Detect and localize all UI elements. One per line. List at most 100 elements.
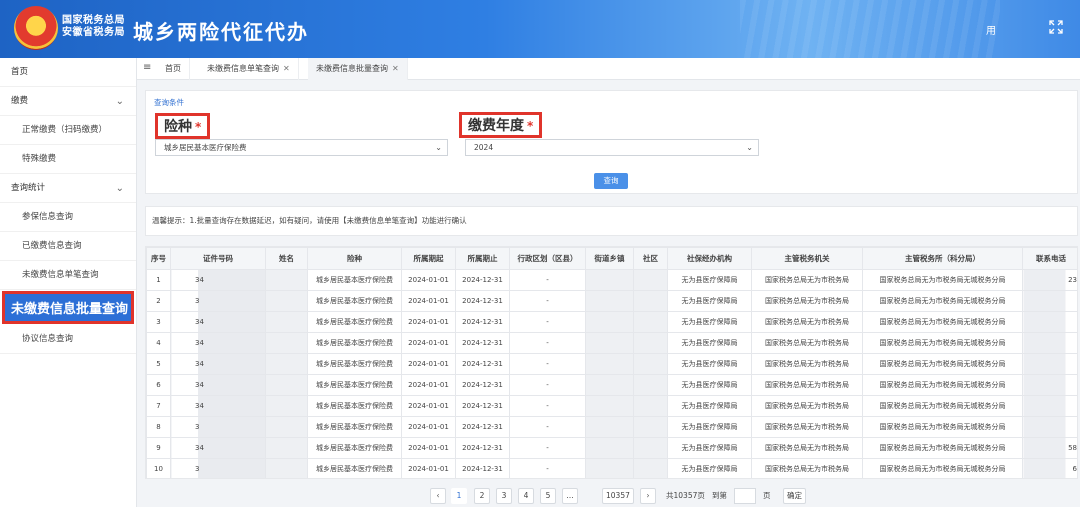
cell-district: - — [509, 458, 586, 478]
cell-name — [265, 416, 308, 438]
tip-message: 温馨提示：1.批量查询存在数据延迟，如有疑问，请使用【未缴费信息单笔查询】功能进… — [145, 206, 1078, 236]
goto-label: 到第 — [712, 491, 727, 500]
page-2[interactable]: 2 — [474, 488, 490, 504]
table-row[interactable]: 6 34 城乡居民基本医疗保险费 2024-01-01 2024-12-31- 无为县医疗… — [146, 374, 1077, 396]
cell-name — [265, 353, 308, 375]
close-icon[interactable]: ✕ — [392, 64, 399, 73]
tab-single-query[interactable]: 未缴费信息单笔查询 ✕ — [199, 58, 299, 80]
goto-page-input[interactable] — [734, 488, 756, 504]
goto-confirm-button[interactable]: 确定 — [783, 488, 806, 504]
cell-street — [585, 458, 634, 478]
expand-icon[interactable] — [1048, 20, 1064, 36]
close-icon[interactable]: ✕ — [283, 64, 290, 73]
sidebar-item-6[interactable]: 已缴费信息查询 — [0, 232, 136, 261]
cell-tax_org: 国家税务总局无为市税务局 — [751, 290, 863, 312]
sidebar-item-label: 特殊缴费 — [22, 154, 57, 164]
column-header: 街道乡镇 — [585, 247, 634, 270]
sidebar-item-0[interactable]: 首页 — [0, 58, 136, 87]
cell-street — [585, 437, 634, 459]
cell-tax_org: 国家税务总局无为市税务局 — [751, 311, 863, 333]
chevron-down-icon: ⌄ — [746, 143, 753, 152]
query-panel: 查询条件 险种 * 城乡居民基本医疗保险费 ⌄ 缴费年度 * 2024 ⌄ 查询 — [145, 90, 1078, 194]
cell-start: 2024-01-01 — [401, 332, 456, 354]
more-pages[interactable]: … — [562, 488, 578, 504]
page-3[interactable]: 3 — [496, 488, 512, 504]
cell-tax_office: 国家税务总局无为市税务局无城税务分局 — [862, 269, 1023, 291]
column-header: 证件号码 — [170, 247, 266, 270]
cell-no: 7 — [146, 395, 171, 417]
cell-name — [265, 458, 308, 478]
table-row[interactable]: 9 34 城乡居民基本医疗保险费 2024-01-01 2024-12-31- 无为县医疗… — [146, 437, 1077, 459]
menu-toggle-icon[interactable]: ≡ — [143, 62, 151, 73]
chevron-down-icon: ⌄ — [435, 143, 442, 152]
cell-phone — [1022, 332, 1077, 354]
prev-page-button[interactable]: ‹ — [430, 488, 446, 504]
cell-id: 3 — [170, 416, 266, 438]
cell-agency: 无为县医疗保障局 — [667, 458, 752, 478]
next-page-button[interactable]: › — [640, 488, 656, 504]
sidebar-item-2[interactable]: 正常缴费（扫码缴费） — [0, 116, 136, 145]
cell-tax_org: 国家税务总局无为市税务局 — [751, 374, 863, 396]
sidebar: 首页 缴费 ⌄ 正常缴费（扫码缴费） 特殊缴费查询统计 ⌄ 参保信息查询已缴费信息查询未缴费… — [0, 58, 137, 507]
pagination: ‹ 1 2 3 4 5 … 10357 › 共10357页 到第 页 确定 — [430, 488, 830, 505]
table-row[interactable]: 7 34 城乡居民基本医疗保险费 2024-01-01 2024-12-31- 无为县医疗… — [146, 395, 1077, 417]
cell-start: 2024-01-01 — [401, 269, 456, 291]
cell-district: - — [509, 437, 586, 459]
sidebar-item-3[interactable]: 特殊缴费 — [0, 145, 136, 174]
table-row[interactable]: 2 3 城乡居民基本医疗保险费 2024-01-01 2024-12-31- 无为县医疗保… — [146, 290, 1077, 312]
sidebar-item-8[interactable]: 未缴费信息批量查询 — [2, 291, 134, 324]
cell-agency: 无为县医疗保障局 — [667, 416, 752, 438]
insurance-type-label: 险种 * — [155, 113, 211, 139]
tab-batch-query[interactable]: 未缴费信息批量查询 ✕ — [308, 58, 408, 80]
cell-end: 2024-12-31 — [455, 290, 510, 312]
table-row[interactable]: 3 34 城乡居民基本医疗保险费 2024-01-01 2024-12-31- 无为县医疗… — [146, 311, 1077, 333]
page-1[interactable]: 1 — [451, 488, 467, 504]
sidebar-item-label: 参保信息查询 — [22, 212, 74, 222]
sidebar-item-1[interactable]: 缴费 ⌄ — [0, 87, 136, 116]
cell-phone: 6 — [1022, 458, 1077, 478]
page-4[interactable]: 4 — [518, 488, 534, 504]
table-row[interactable]: 1 34 城乡居民基本医疗保险费 2024-01-01 2024-12-31- 无为县医疗… — [146, 269, 1077, 291]
payment-year-label: 缴费年度 * — [459, 112, 543, 138]
sidebar-item-4[interactable]: 查询统计 ⌄ — [0, 174, 136, 203]
cell-tax_org: 国家税务总局无为市税务局 — [751, 395, 863, 417]
cell-type: 城乡居民基本医疗保险费 — [307, 416, 402, 438]
cell-id: 3 — [170, 458, 266, 478]
cell-phone: 58 — [1022, 437, 1077, 459]
cell-street — [585, 332, 634, 354]
cell-district: - — [509, 269, 586, 291]
cell-tax_office: 国家税务总局无为市税务局无城税务分局 — [862, 311, 1023, 333]
table-row[interactable]: 10 3 城乡居民基本医疗保险费 2024-01-01 2024-12-31- 无为县医疗… — [146, 458, 1077, 478]
column-header: 社区 — [633, 247, 668, 270]
sidebar-item-5[interactable]: 参保信息查询 — [0, 203, 136, 232]
cell-district: - — [509, 311, 586, 333]
cell-street — [585, 269, 634, 291]
cell-street — [585, 416, 634, 438]
cell-id: 3 — [170, 290, 266, 312]
payment-year-select[interactable]: 2024 ⌄ — [465, 139, 759, 156]
cell-community — [633, 311, 668, 333]
page-last[interactable]: 10357 — [602, 488, 634, 504]
cell-end: 2024-12-31 — [455, 395, 510, 417]
cell-district: - — [509, 395, 586, 417]
cell-community — [633, 416, 668, 438]
chevron-down-icon: ⌄ — [115, 183, 124, 194]
table-row[interactable]: 8 3 城乡居民基本医疗保险费 2024-01-01 2024-12-31- 无为县医疗保… — [146, 416, 1077, 438]
cell-no: 1 — [146, 269, 171, 291]
user-name[interactable]: 用 — [986, 22, 996, 37]
page-5[interactable]: 5 — [540, 488, 556, 504]
sidebar-item-9[interactable]: 协议信息查询 — [0, 325, 136, 354]
tab-home[interactable]: 首页 — [157, 58, 190, 80]
query-button[interactable]: 查询 — [594, 173, 628, 189]
table-row[interactable]: 5 34 城乡居民基本医疗保险费 2024-01-01 2024-12-31- 无为县医疗… — [146, 353, 1077, 375]
required-mark: * — [195, 120, 202, 134]
table-row[interactable]: 4 34 城乡居民基本医疗保险费 2024-01-01 2024-12-31- 无为县医疗… — [146, 332, 1077, 354]
sidebar-item-label: 未缴费信息单笔查询 — [22, 270, 99, 280]
sidebar-item-label: 查询统计 — [11, 183, 46, 193]
cell-name — [265, 395, 308, 417]
bureau-line-2: 安徽省税务局 — [62, 27, 125, 38]
cell-phone — [1022, 416, 1077, 438]
bureau-line-1: 国家税务总局 — [62, 15, 125, 26]
sidebar-item-7[interactable]: 未缴费信息单笔查询 — [0, 261, 136, 290]
insurance-type-select[interactable]: 城乡居民基本医疗保险费 ⌄ — [155, 139, 448, 156]
